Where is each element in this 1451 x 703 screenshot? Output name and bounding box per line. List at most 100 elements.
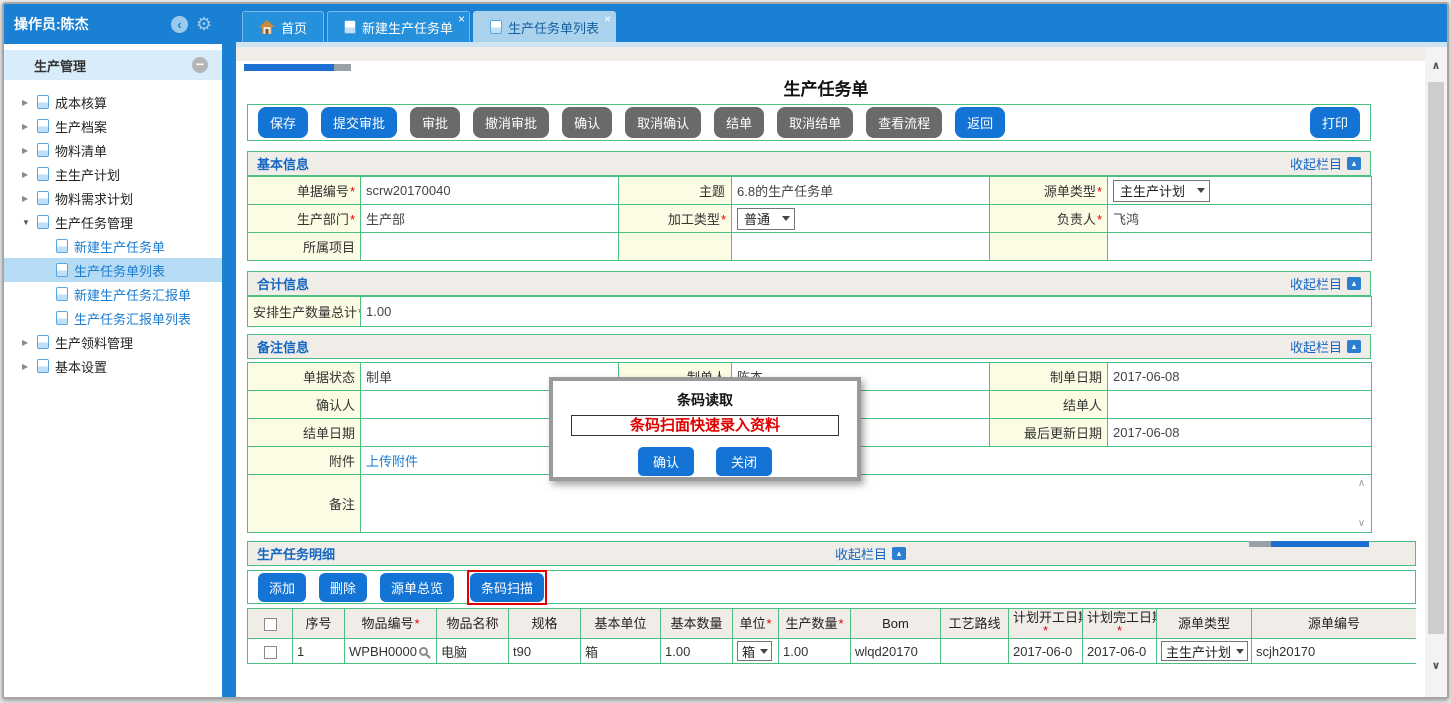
process-type-select[interactable]: 普通 (737, 208, 795, 230)
vertical-scrollbar[interactable]: ∧ ∨ (1425, 47, 1447, 697)
source-overview-button[interactable]: 源单总览 (380, 573, 454, 602)
home-icon (259, 20, 275, 34)
table-row: 备注 ∧ ∨ (248, 475, 1372, 533)
chevron-right-icon: ▶ (22, 338, 37, 347)
toolbar: 保存 提交审批 审批 撤消审批 确认 取消确认 结单 取消结单 查看流程 返回 … (247, 104, 1371, 141)
tab-new-production-task[interactable]: 新建生产任务单 × (327, 11, 470, 42)
collapse-section-control[interactable]: 收起栏目 ▴ (1290, 337, 1361, 356)
document-icon (37, 167, 49, 181)
detail-table: 序号 物品编号* 物品名称 规格 基本单位 基本数量 单位* 生产数量* Bom… (247, 608, 1416, 664)
horizontal-scrollbar-top[interactable] (244, 64, 351, 71)
print-button[interactable]: 打印 (1310, 107, 1360, 138)
sidebar-item-basic-settings[interactable]: ▶ 基本设置 (4, 354, 222, 378)
collapse-section-control[interactable]: 收起栏目 ▴ (835, 544, 906, 563)
collapse-section-control[interactable]: 收起栏目 ▴ (1290, 154, 1361, 173)
chevron-down-icon (782, 216, 790, 221)
sidebar-item-new-production-task[interactable]: 新建生产任务单 (4, 234, 222, 258)
sidebar-item-cost-accounting[interactable]: ▶ 成本核算 (4, 90, 222, 114)
item-code-cell[interactable]: WPBH0000 (345, 639, 437, 664)
close-order-button[interactable]: 结单 (714, 107, 764, 138)
document-icon (37, 215, 49, 229)
source-no-cell[interactable]: scjh20170 (1252, 639, 1417, 664)
prod-qty-cell[interactable]: 1.00 (779, 639, 851, 664)
textarea-scrollbar[interactable]: ∧ ∨ (1355, 478, 1368, 529)
operator-label: 操作员:陈杰 (14, 14, 89, 34)
sidebar-item-production-material-management[interactable]: ▶ 生产领料管理 (4, 330, 222, 354)
select-all-checkbox[interactable] (264, 618, 277, 631)
top-strip (236, 47, 1428, 61)
back-button[interactable]: 返回 (955, 107, 1005, 138)
search-icon[interactable] (419, 647, 428, 656)
revoke-approval-button[interactable]: 撤消审批 (473, 107, 549, 138)
view-workflow-button[interactable]: 查看流程 (866, 107, 942, 138)
sidebar-item-production-task-list[interactable]: 生产任务单列表 (4, 258, 222, 282)
plan-start-cell[interactable]: 2017-06-0 (1009, 639, 1083, 664)
total-qty-field[interactable]: 1.00 (361, 297, 1372, 327)
scroll-up-icon[interactable]: ∧ (1425, 59, 1447, 72)
source-type-select[interactable]: 主生产计划 (1113, 180, 1210, 202)
sidebar-item-master-production-plan[interactable]: ▶ 主生产计划 (4, 162, 222, 186)
sidebar-item-new-production-task-report[interactable]: 新建生产任务汇报单 (4, 282, 222, 306)
bom-cell[interactable]: wlqd20170 (851, 639, 941, 664)
barcode-scan-button[interactable]: 条码扫描 (470, 573, 544, 602)
production-dept-field[interactable]: 生产部 (361, 205, 619, 233)
chevron-right-icon: ▶ (22, 122, 37, 131)
table-row: 所属项目 (248, 233, 1372, 261)
source-type-row-select[interactable]: 主生产计划 (1161, 641, 1248, 661)
table-row: 生产部门* 生产部 加工类型* 普通 负责人* 飞鸿 (248, 205, 1372, 233)
horizontal-scrollbar-detail[interactable] (1249, 541, 1369, 547)
spec-cell[interactable]: t90 (509, 639, 581, 664)
subject-field[interactable]: 6.8的生产任务单 (732, 177, 990, 205)
person-in-charge-field[interactable]: 飞鸿 (1108, 205, 1372, 233)
sidebar-item-material-requirement-plan[interactable]: ▶ 物料需求计划 (4, 186, 222, 210)
collapse-up-icon: ▴ (892, 547, 906, 560)
cancel-confirm-button[interactable]: 取消确认 (625, 107, 701, 138)
approve-button[interactable]: 审批 (410, 107, 460, 138)
scroll-up-icon[interactable]: ∧ (1358, 478, 1365, 489)
base-unit-cell[interactable]: 箱 (581, 639, 661, 664)
item-name-cell[interactable]: 电脑 (437, 639, 509, 664)
sidebar-item-production-task-management[interactable]: ▼ 生产任务管理 (4, 210, 222, 234)
row-checkbox[interactable] (264, 646, 277, 659)
collapse-minus-icon[interactable]: − (192, 57, 208, 73)
barcode-input[interactable]: 条码扫面快速录入资料 (571, 415, 839, 436)
unit-select[interactable]: 箱 (737, 641, 772, 661)
remark-textarea[interactable]: ∧ ∨ (361, 475, 1372, 533)
tab-bar: 首页 新建生产任务单 × 生产任务单列表 × (236, 4, 1447, 42)
collapse-section-control[interactable]: 收起栏目 ▴ (1290, 274, 1361, 293)
submit-approval-button[interactable]: 提交审批 (321, 107, 397, 138)
route-cell[interactable] (941, 639, 1009, 664)
dialog-confirm-button[interactable]: 确认 (638, 447, 694, 476)
detail-toolbar: 添加 删除 源单总览 条码扫描 (247, 570, 1416, 604)
total-info-table: 安排生产数量总计* 1.00 (247, 296, 1372, 327)
sidebar-item-production-archives[interactable]: ▶ 生产档案 (4, 114, 222, 138)
base-qty-cell[interactable]: 1.00 (661, 639, 733, 664)
tab-home[interactable]: 首页 (242, 11, 324, 42)
sidebar-section-production-management[interactable]: 生产管理 − (4, 50, 222, 80)
total-info-header: 合计信息 收起栏目 ▴ (247, 271, 1371, 296)
confirm-button[interactable]: 确认 (562, 107, 612, 138)
back-icon[interactable]: ‹ (171, 16, 188, 33)
sidebar-item-production-task-report-list[interactable]: 生产任务汇报单列表 (4, 306, 222, 330)
plan-end-cell[interactable]: 2017-06-0 (1083, 639, 1157, 664)
document-icon (37, 143, 49, 157)
upload-attachment-link[interactable]: 上传附件 (366, 454, 418, 469)
sidebar-item-bom-list[interactable]: ▶ 物料清单 (4, 138, 222, 162)
scrollbar-thumb[interactable] (1428, 82, 1444, 634)
cancel-close-order-button[interactable]: 取消结单 (777, 107, 853, 138)
document-icon (56, 263, 68, 277)
dialog-close-button[interactable]: 关闭 (716, 447, 772, 476)
project-field[interactable] (361, 233, 619, 261)
close-icon[interactable]: × (458, 13, 465, 25)
scroll-down-icon[interactable]: ∨ (1425, 659, 1447, 672)
save-button[interactable]: 保存 (258, 107, 308, 138)
doc-number-field[interactable]: scrw20170040 (361, 177, 619, 205)
close-icon[interactable]: × (604, 13, 611, 25)
add-row-button[interactable]: 添加 (258, 573, 306, 602)
scroll-down-icon[interactable]: ∨ (1358, 518, 1365, 529)
delete-row-button[interactable]: 删除 (319, 573, 367, 602)
gear-icon[interactable]: ⚙ (196, 15, 212, 33)
tab-production-task-list[interactable]: 生产任务单列表 × (473, 11, 616, 42)
document-icon (37, 119, 49, 133)
table-row: 1 WPBH0000 电脑 t90 箱 1.00 箱 1.00 wlqd2017… (248, 639, 1417, 664)
